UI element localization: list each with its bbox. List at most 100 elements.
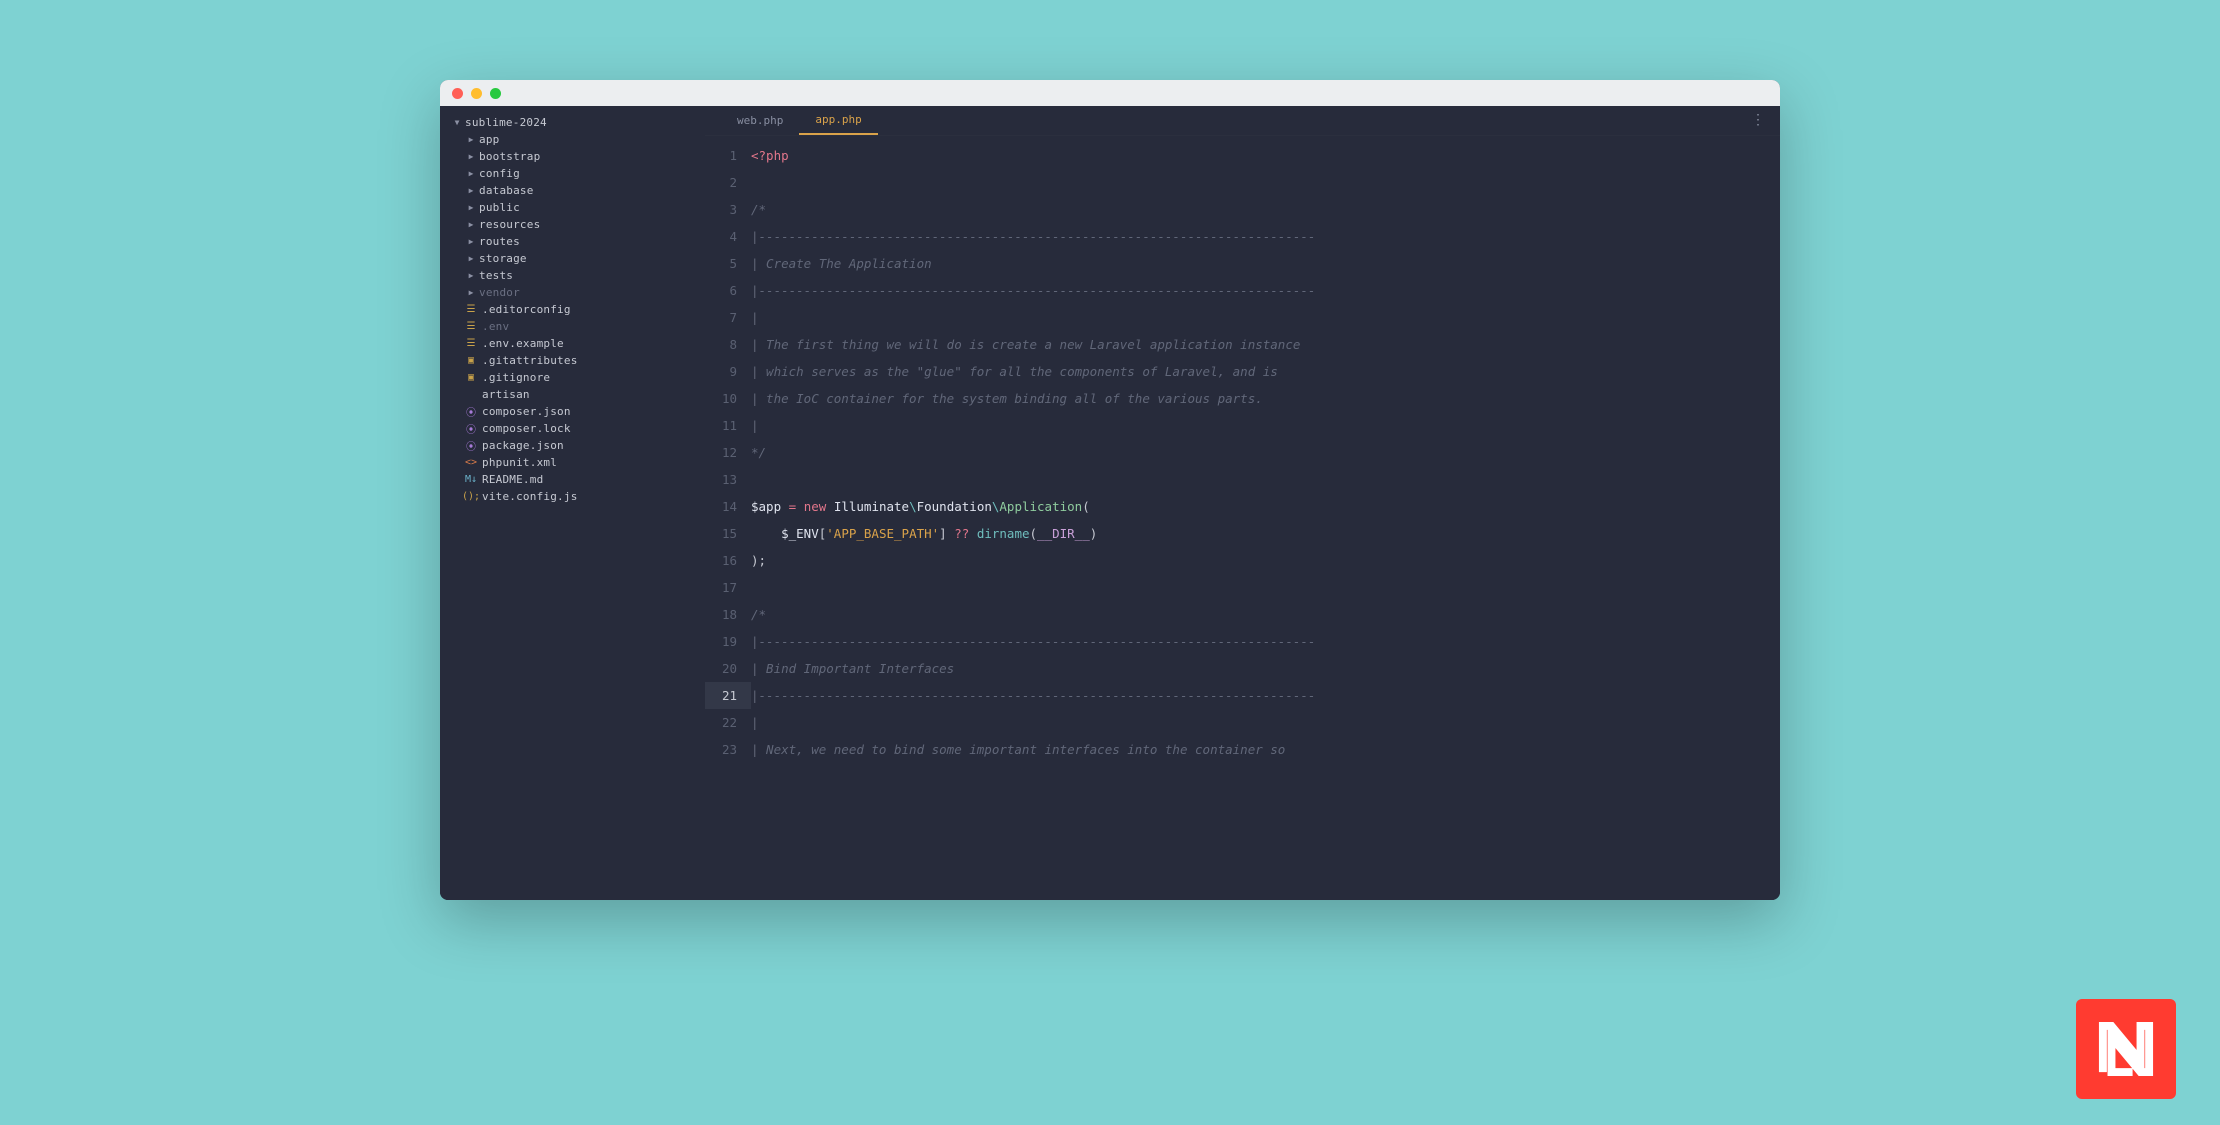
code-line[interactable]: 3/* [705,196,1780,223]
code-content: <?php [751,148,1780,163]
code-line[interactable]: 10| the IoC container for the system bin… [705,385,1780,412]
code-line[interactable]: 22| [705,709,1780,736]
tree-folder[interactable]: ▶routes [440,233,705,250]
caret-right-icon: ▶ [466,254,476,263]
file-icon: ▣ [464,355,478,366]
code-line[interactable]: 5| Create The Application [705,250,1780,277]
line-number: 12 [705,439,751,466]
tree-folder[interactable]: ▶app [440,131,705,148]
caret-down-icon: ▼ [452,118,462,127]
line-number: 9 [705,358,751,385]
code-content: | Bind Important Interfaces [751,661,1780,676]
tree-file[interactable]: <>phpunit.xml [440,454,705,471]
tree-file[interactable]: ⦿ composer.lock [440,420,705,437]
line-number: 19 [705,628,751,655]
line-number: 8 [705,331,751,358]
tree-file[interactable]: ⦿package.json [440,437,705,454]
code-line[interactable]: 13 [705,466,1780,493]
tree-file-label: .gitattributes [482,354,578,367]
file-icon: ⦿ [464,421,478,436]
tree-file-label: .editorconfig [482,303,571,316]
titlebar[interactable] [440,80,1780,106]
line-number: 4 [705,223,751,250]
tree-file[interactable]: ▣ .gitattributes [440,352,705,369]
tree-root[interactable]: ▼ sublime-2024 [440,114,705,131]
code-line[interactable]: 7| [705,304,1780,331]
tree-root-label: sublime-2024 [465,116,547,129]
tree-folder[interactable]: ▶bootstrap [440,148,705,165]
code-area[interactable]: 1<?php23/*4|----------------------------… [705,136,1780,900]
tree-file[interactable]: M↓README.md [440,471,705,488]
tree-folder-label: app [479,133,499,146]
code-line[interactable]: 1<?php [705,142,1780,169]
code-line[interactable]: 23| Next, we need to bind some important… [705,736,1780,763]
tree-file-label: artisan [482,388,530,401]
line-number: 5 [705,250,751,277]
code-content: | [751,715,1780,730]
tree-folder[interactable]: ▶resources [440,216,705,233]
caret-right-icon: ▶ [466,169,476,178]
code-content: | Next, we need to bind some important i… [751,742,1780,757]
code-line[interactable]: 14$app = new Illuminate\Foundation\Appli… [705,493,1780,520]
more-icon[interactable]: ⋮ [1751,112,1766,128]
code-line[interactable]: 2 [705,169,1780,196]
tree-file-label: README.md [482,473,543,486]
code-line[interactable]: 17 [705,574,1780,601]
close-icon[interactable] [452,88,463,99]
minimize-icon[interactable] [471,88,482,99]
code-line[interactable]: 15 $_ENV['APP_BASE_PATH'] ?? dirname(__D… [705,520,1780,547]
code-line[interactable]: 21|-------------------------------------… [705,682,1780,709]
tree-folder-label: routes [479,235,520,248]
tree-file[interactable]: ⦿composer.json [440,403,705,420]
tree-file-label: phpunit.xml [482,456,557,469]
tree-file[interactable]: ☰.env.example [440,335,705,352]
line-number: 20 [705,655,751,682]
caret-right-icon: ▶ [466,135,476,144]
line-number: 18 [705,601,751,628]
tree-folder[interactable]: ▶vendor [440,284,705,301]
tree-folder[interactable]: ▶database [440,182,705,199]
code-line[interactable]: 6|--------------------------------------… [705,277,1780,304]
tabbar: web.phpapp.php ⋮ [705,106,1780,136]
code-line[interactable]: 4|--------------------------------------… [705,223,1780,250]
tree-folder[interactable]: ▶config [440,165,705,182]
line-number: 3 [705,196,751,223]
line-number: 21 [705,682,751,709]
tree-folder-label: tests [479,269,513,282]
line-number: 7 [705,304,751,331]
code-content: |---------------------------------------… [751,283,1780,298]
tab[interactable]: web.php [721,105,799,135]
tab[interactable]: app.php [799,105,877,135]
line-number: 11 [705,412,751,439]
tree-folder[interactable]: ▶storage [440,250,705,267]
editor-window: ▼ sublime-2024 ▶app▶bootstrap▶config▶dat… [440,80,1780,900]
code-line[interactable]: 19|-------------------------------------… [705,628,1780,655]
caret-right-icon: ▶ [466,203,476,212]
code-line[interactable]: 18/* [705,601,1780,628]
code-line[interactable]: 20| Bind Important Interfaces [705,655,1780,682]
tree-file[interactable]: ();vite.config.js [440,488,705,505]
code-content: ); [751,553,1780,568]
tree-file[interactable]: artisan [440,386,705,403]
caret-right-icon: ▶ [466,220,476,229]
tree-file-label: composer.lock [482,422,571,435]
file-icon: ⦿ [464,404,478,419]
code-line[interactable]: 8| The first thing we will do is create … [705,331,1780,358]
zoom-icon[interactable] [490,88,501,99]
code-content: | The first thing we will do is create a… [751,337,1780,352]
file-icon: ☰ [464,304,478,315]
tree-folder[interactable]: ▶tests [440,267,705,284]
code-line[interactable]: 12*/ [705,439,1780,466]
code-line[interactable]: 16); [705,547,1780,574]
tree-file-label: .env [482,320,509,333]
code-line[interactable]: 9| which serves as the "glue" for all th… [705,358,1780,385]
tree-folder[interactable]: ▶public [440,199,705,216]
tree-file[interactable]: ☰.env [440,318,705,335]
file-tree[interactable]: ▼ sublime-2024 ▶app▶bootstrap▶config▶dat… [440,106,705,900]
tree-file[interactable]: ☰ .editorconfig [440,301,705,318]
line-number: 15 [705,520,751,547]
line-number: 16 [705,547,751,574]
tree-file[interactable]: ▣.gitignore [440,369,705,386]
code-line[interactable]: 11| [705,412,1780,439]
tree-file-label: package.json [482,439,564,452]
